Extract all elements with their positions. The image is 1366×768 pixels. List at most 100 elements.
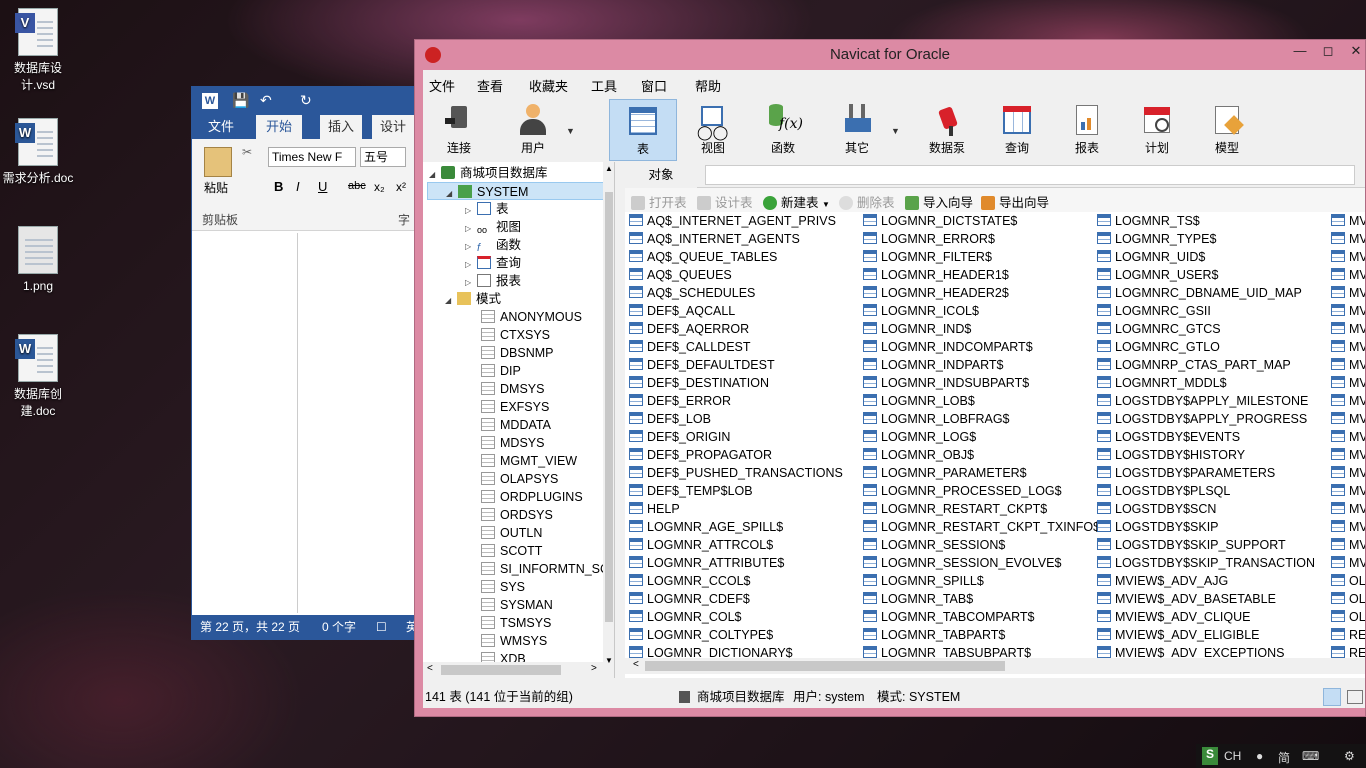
toolbar-report[interactable]: 报表 xyxy=(1053,99,1121,161)
table-list-item[interactable]: LOGSTDBY$HISTORY xyxy=(1097,446,1315,464)
scroll-down-icon[interactable]: ▼ xyxy=(605,656,613,665)
font-name-select[interactable]: Times New F xyxy=(268,147,356,167)
toolbar-connect[interactable]: 连接 xyxy=(425,99,493,161)
table-list-item[interactable]: LOGMNR_TABSUBPART$ xyxy=(863,644,1100,658)
tree-schema-item[interactable]: SYSMAN xyxy=(481,596,553,614)
paste-icon[interactable] xyxy=(204,147,232,177)
toolbar-model[interactable]: 模型 xyxy=(1193,99,1261,161)
scroll-right-icon[interactable]: > xyxy=(591,663,597,674)
delete-table-button[interactable]: 删除表 xyxy=(839,192,895,211)
table-list-item[interactable]: DEF$_PUSHED_TRANSACTIONS xyxy=(629,464,843,482)
table-list-item[interactable]: LOGMNR_OBJ$ xyxy=(863,446,1100,464)
table-list-item[interactable]: MV xyxy=(1331,392,1365,410)
table-list-item[interactable]: OL$ xyxy=(1331,590,1365,608)
table-list-item[interactable]: MV xyxy=(1331,428,1365,446)
tab-design[interactable]: 设计 xyxy=(372,115,418,139)
tree-schema-item[interactable]: SYS xyxy=(481,578,525,596)
toolbar-schedule[interactable]: 计划 xyxy=(1123,99,1191,161)
tree-schema-item[interactable]: ORDSYS xyxy=(481,506,553,524)
tree-schema-item[interactable]: ORDPLUGINS xyxy=(481,488,583,506)
import-wizard-button[interactable]: 导入向导 xyxy=(905,192,973,211)
tree-schema-item[interactable]: EXFSYS xyxy=(481,398,549,416)
tree-item-reports[interactable]: ▷ 报表 xyxy=(465,272,521,290)
tree-schema-item[interactable]: TSMSYS xyxy=(481,614,551,632)
table-list-item[interactable]: LOGSTDBY$SKIP xyxy=(1097,518,1315,536)
menu-file[interactable]: 文件 xyxy=(429,76,455,95)
table-list-item[interactable]: REP xyxy=(1331,626,1365,644)
table-list-item[interactable]: OL$ xyxy=(1331,572,1365,590)
toolbar-table[interactable]: 表 xyxy=(609,99,677,161)
table-list-item[interactable]: LOGMNR_ATTRCOL$ xyxy=(629,536,843,554)
minimize-button[interactable]: — xyxy=(1287,43,1313,63)
table-list-item[interactable]: AQ$_SCHEDULES xyxy=(629,284,843,302)
menu-window[interactable]: 窗口 xyxy=(641,76,667,95)
superscript-button[interactable]: x² xyxy=(396,180,406,194)
table-list-item[interactable]: LOGMNR_TS$ xyxy=(1097,212,1315,230)
redo-icon[interactable]: ↻ xyxy=(300,92,312,109)
table-list-item[interactable]: OL$ xyxy=(1331,608,1365,626)
object-filter-area[interactable] xyxy=(705,165,1355,185)
tree-schema-item[interactable]: SI_INFORMTN_SC xyxy=(481,560,609,578)
ime-app-icon[interactable]: S xyxy=(1202,747,1218,765)
table-list-item[interactable]: MV xyxy=(1331,338,1365,356)
toolbar-user[interactable]: 用户 xyxy=(499,99,567,161)
table-list-item[interactable]: LOGMNR_TABPART$ xyxy=(863,626,1100,644)
desktop-icon-visio[interactable]: V 数据库设计.vsd xyxy=(0,8,76,94)
table-list-item[interactable]: MV xyxy=(1331,212,1365,230)
tree-scroll-thumb[interactable] xyxy=(605,192,613,622)
table-list-item[interactable]: LOGMNR_LOBFRAG$ xyxy=(863,410,1100,428)
tree-horizontal-scrollbar[interactable]: < > xyxy=(423,662,603,678)
table-list-item[interactable]: DEF$_ERROR xyxy=(629,392,843,410)
table-list-item[interactable]: LOGMNR_SESSION$ xyxy=(863,536,1100,554)
toolbar-view[interactable]: ◯◯ 视图 xyxy=(679,99,747,161)
tab-file[interactable]: 文件 xyxy=(192,115,250,139)
document-page[interactable] xyxy=(192,233,416,613)
table-list-item[interactable]: DEF$_AQERROR xyxy=(629,320,843,338)
table-list-item[interactable]: MV xyxy=(1331,284,1365,302)
tree-schemas-folder[interactable]: ◢ 模式 xyxy=(445,290,501,308)
bold-button[interactable]: B xyxy=(274,179,283,194)
table-list-item[interactable]: LOGMNR_HEADER1$ xyxy=(863,266,1100,284)
table-list-item[interactable]: MV xyxy=(1331,482,1365,500)
settings-gear-icon[interactable]: ⚙ xyxy=(1344,749,1355,763)
export-wizard-button[interactable]: 导出向导 xyxy=(981,192,1049,211)
table-list-item[interactable]: MV xyxy=(1331,518,1365,536)
table-list-item[interactable]: LOGMNR_FILTER$ xyxy=(863,248,1100,266)
table-list-item[interactable]: LOGMNR_PARAMETER$ xyxy=(863,464,1100,482)
table-list-item[interactable]: LOGMNR_LOG$ xyxy=(863,428,1100,446)
table-list-item[interactable]: LOGMNR_RESTART_CKPT_TXINFO$ xyxy=(863,518,1100,536)
table-list-item[interactable]: LOGMNR_TYPE$ xyxy=(1097,230,1315,248)
table-list-item[interactable]: LOGSTDBY$APPLY_MILESTONE xyxy=(1097,392,1315,410)
table-list-item[interactable]: LOGMNR_IND$ xyxy=(863,320,1100,338)
tree-schema-item[interactable]: DIP xyxy=(481,362,521,380)
table-list-item[interactable]: LOGMNR_SESSION_EVOLVE$ xyxy=(863,554,1100,572)
tree-item-tables[interactable]: ▷ 表 xyxy=(465,200,509,218)
cut-icon[interactable]: ✂ xyxy=(242,145,252,159)
table-list-item[interactable]: AQ$_QUEUE_TABLES xyxy=(629,248,843,266)
table-list-item[interactable]: LOGSTDBY$APPLY_PROGRESS xyxy=(1097,410,1315,428)
table-list-item[interactable]: LOGMNR_AGE_SPILL$ xyxy=(629,518,843,536)
save-icon[interactable]: 💾 xyxy=(232,92,249,109)
table-list-item[interactable]: DEF$_LOB xyxy=(629,410,843,428)
menu-help[interactable]: 帮助 xyxy=(695,76,721,95)
table-list-item[interactable]: AQ$_QUEUES xyxy=(629,266,843,284)
table-list-item[interactable]: DEF$_PROPAGATOR xyxy=(629,446,843,464)
tree-schema-item[interactable]: SCOTT xyxy=(481,542,542,560)
table-list-item[interactable]: DEF$_ORIGIN xyxy=(629,428,843,446)
table-list-item[interactable]: LOGMNR_ICOL$ xyxy=(863,302,1100,320)
detail-view-toggle[interactable] xyxy=(1347,690,1363,704)
table-list-item[interactable]: MV xyxy=(1331,554,1365,572)
table-list-item[interactable]: LOGMNR_TAB$ xyxy=(863,590,1100,608)
tree-item-views[interactable]: ▷ oo 视图 xyxy=(465,218,521,236)
new-table-dropdown-icon[interactable]: ▼ xyxy=(822,200,830,209)
table-list-item[interactable]: MVIEW$_ADV_CLIQUE xyxy=(1097,608,1315,626)
table-list-item[interactable]: AQ$_INTERNET_AGENT_PRIVS xyxy=(629,212,843,230)
table-list-item[interactable]: DEF$_TEMP$LOB xyxy=(629,482,843,500)
table-list-item[interactable]: MVIEW$_ADV_BASETABLE xyxy=(1097,590,1315,608)
paste-button[interactable]: 粘贴 xyxy=(204,179,228,196)
toolbar-other[interactable]: 其它 xyxy=(823,99,891,161)
new-table-button[interactable]: 新建表 ▼ xyxy=(763,192,830,211)
tree-schema-item[interactable]: DMSYS xyxy=(481,380,544,398)
table-list-item[interactable]: LOGMNR_HEADER2$ xyxy=(863,284,1100,302)
table-list-item[interactable]: LOGSTDBY$PLSQL xyxy=(1097,482,1315,500)
